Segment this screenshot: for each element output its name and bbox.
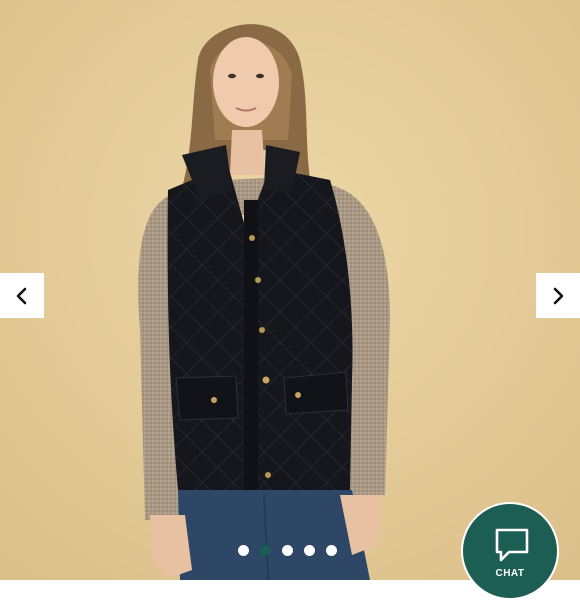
chevron-left-icon <box>16 287 27 304</box>
carousel-dot[interactable] <box>282 545 293 556</box>
product-image-carousel[interactable] <box>0 0 580 580</box>
product-photo <box>0 0 580 580</box>
carousel-pagination <box>238 545 337 556</box>
chat-button[interactable]: CHAT <box>461 502 559 600</box>
carousel-dot[interactable] <box>304 545 315 556</box>
carousel-dot[interactable] <box>260 545 271 556</box>
chevron-right-icon <box>553 287 564 304</box>
speech-bubble-icon <box>495 528 529 562</box>
previous-image-button[interactable] <box>0 273 44 318</box>
chat-label: CHAT <box>495 568 525 579</box>
carousel-dot[interactable] <box>326 545 337 556</box>
carousel-dot[interactable] <box>238 545 249 556</box>
next-image-button[interactable] <box>536 273 580 318</box>
